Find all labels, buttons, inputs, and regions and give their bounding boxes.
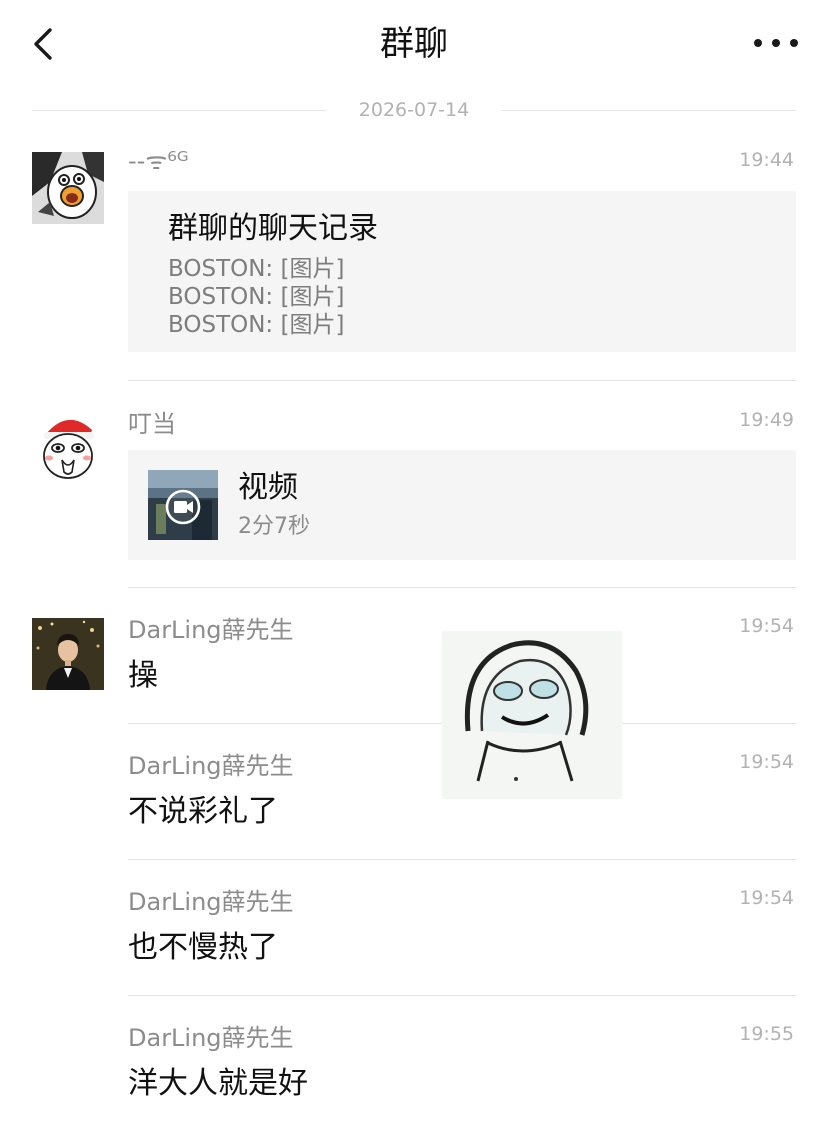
message-time: 19:44: [739, 149, 794, 171]
sender-name: DarLing薛先生: [128, 752, 294, 780]
person-photo-avatar[interactable]: [32, 618, 104, 690]
message-time: 19:49: [739, 409, 794, 431]
chat-record-line: BOSTON: [图片]: [168, 284, 345, 310]
message-text: 洋大人就是好: [128, 1066, 308, 1101]
message-time: 19:55: [739, 1023, 794, 1045]
video-title: 视频: [238, 470, 298, 505]
page-title: 群聊: [380, 24, 448, 64]
chat-record-card[interactable]: 群聊的聊天记录 BOSTON: [图片] BOSTON: [图片] BOSTON…: [128, 191, 796, 352]
message-time: 19:54: [739, 751, 794, 773]
message-separator: [128, 995, 796, 996]
video-thumbnail: [148, 470, 218, 540]
sender-name: DarLing薛先生: [128, 616, 294, 644]
more-dots-icon[interactable]: [754, 28, 798, 58]
video-card[interactable]: 视频 2分7秒: [128, 450, 796, 560]
message-time: 19:54: [739, 887, 794, 909]
santa-hat-cartoon-avatar[interactable]: [32, 410, 104, 482]
chat-record-title: 群聊的聊天记录: [168, 211, 378, 246]
date-divider: 2026-07-14: [32, 96, 796, 124]
sender-name: --ᯤ⁶ᴳ: [128, 147, 189, 175]
chat-record-line: BOSTON: [图片]: [168, 256, 345, 282]
chat-record-line: BOSTON: [图片]: [168, 312, 345, 338]
sender-name: DarLing薛先生: [128, 1024, 294, 1052]
message-separator: [128, 859, 796, 860]
message-text: 也不慢热了: [128, 930, 278, 965]
message-text: 不说彩礼了: [128, 794, 278, 829]
cartoon-goose-avatar[interactable]: [32, 152, 104, 224]
video-duration: 2分7秒: [238, 514, 310, 539]
sender-name: DarLing薛先生: [128, 888, 294, 916]
message-separator: [128, 587, 796, 588]
message-separator: [128, 380, 796, 381]
message-text: 操: [128, 658, 158, 693]
sender-name: 叮当: [128, 410, 176, 438]
nav-bar: 群聊: [0, 0, 828, 90]
message-time: 19:54: [739, 615, 794, 637]
meme-face-sticker[interactable]: [442, 631, 622, 799]
divider-line: [502, 110, 796, 111]
